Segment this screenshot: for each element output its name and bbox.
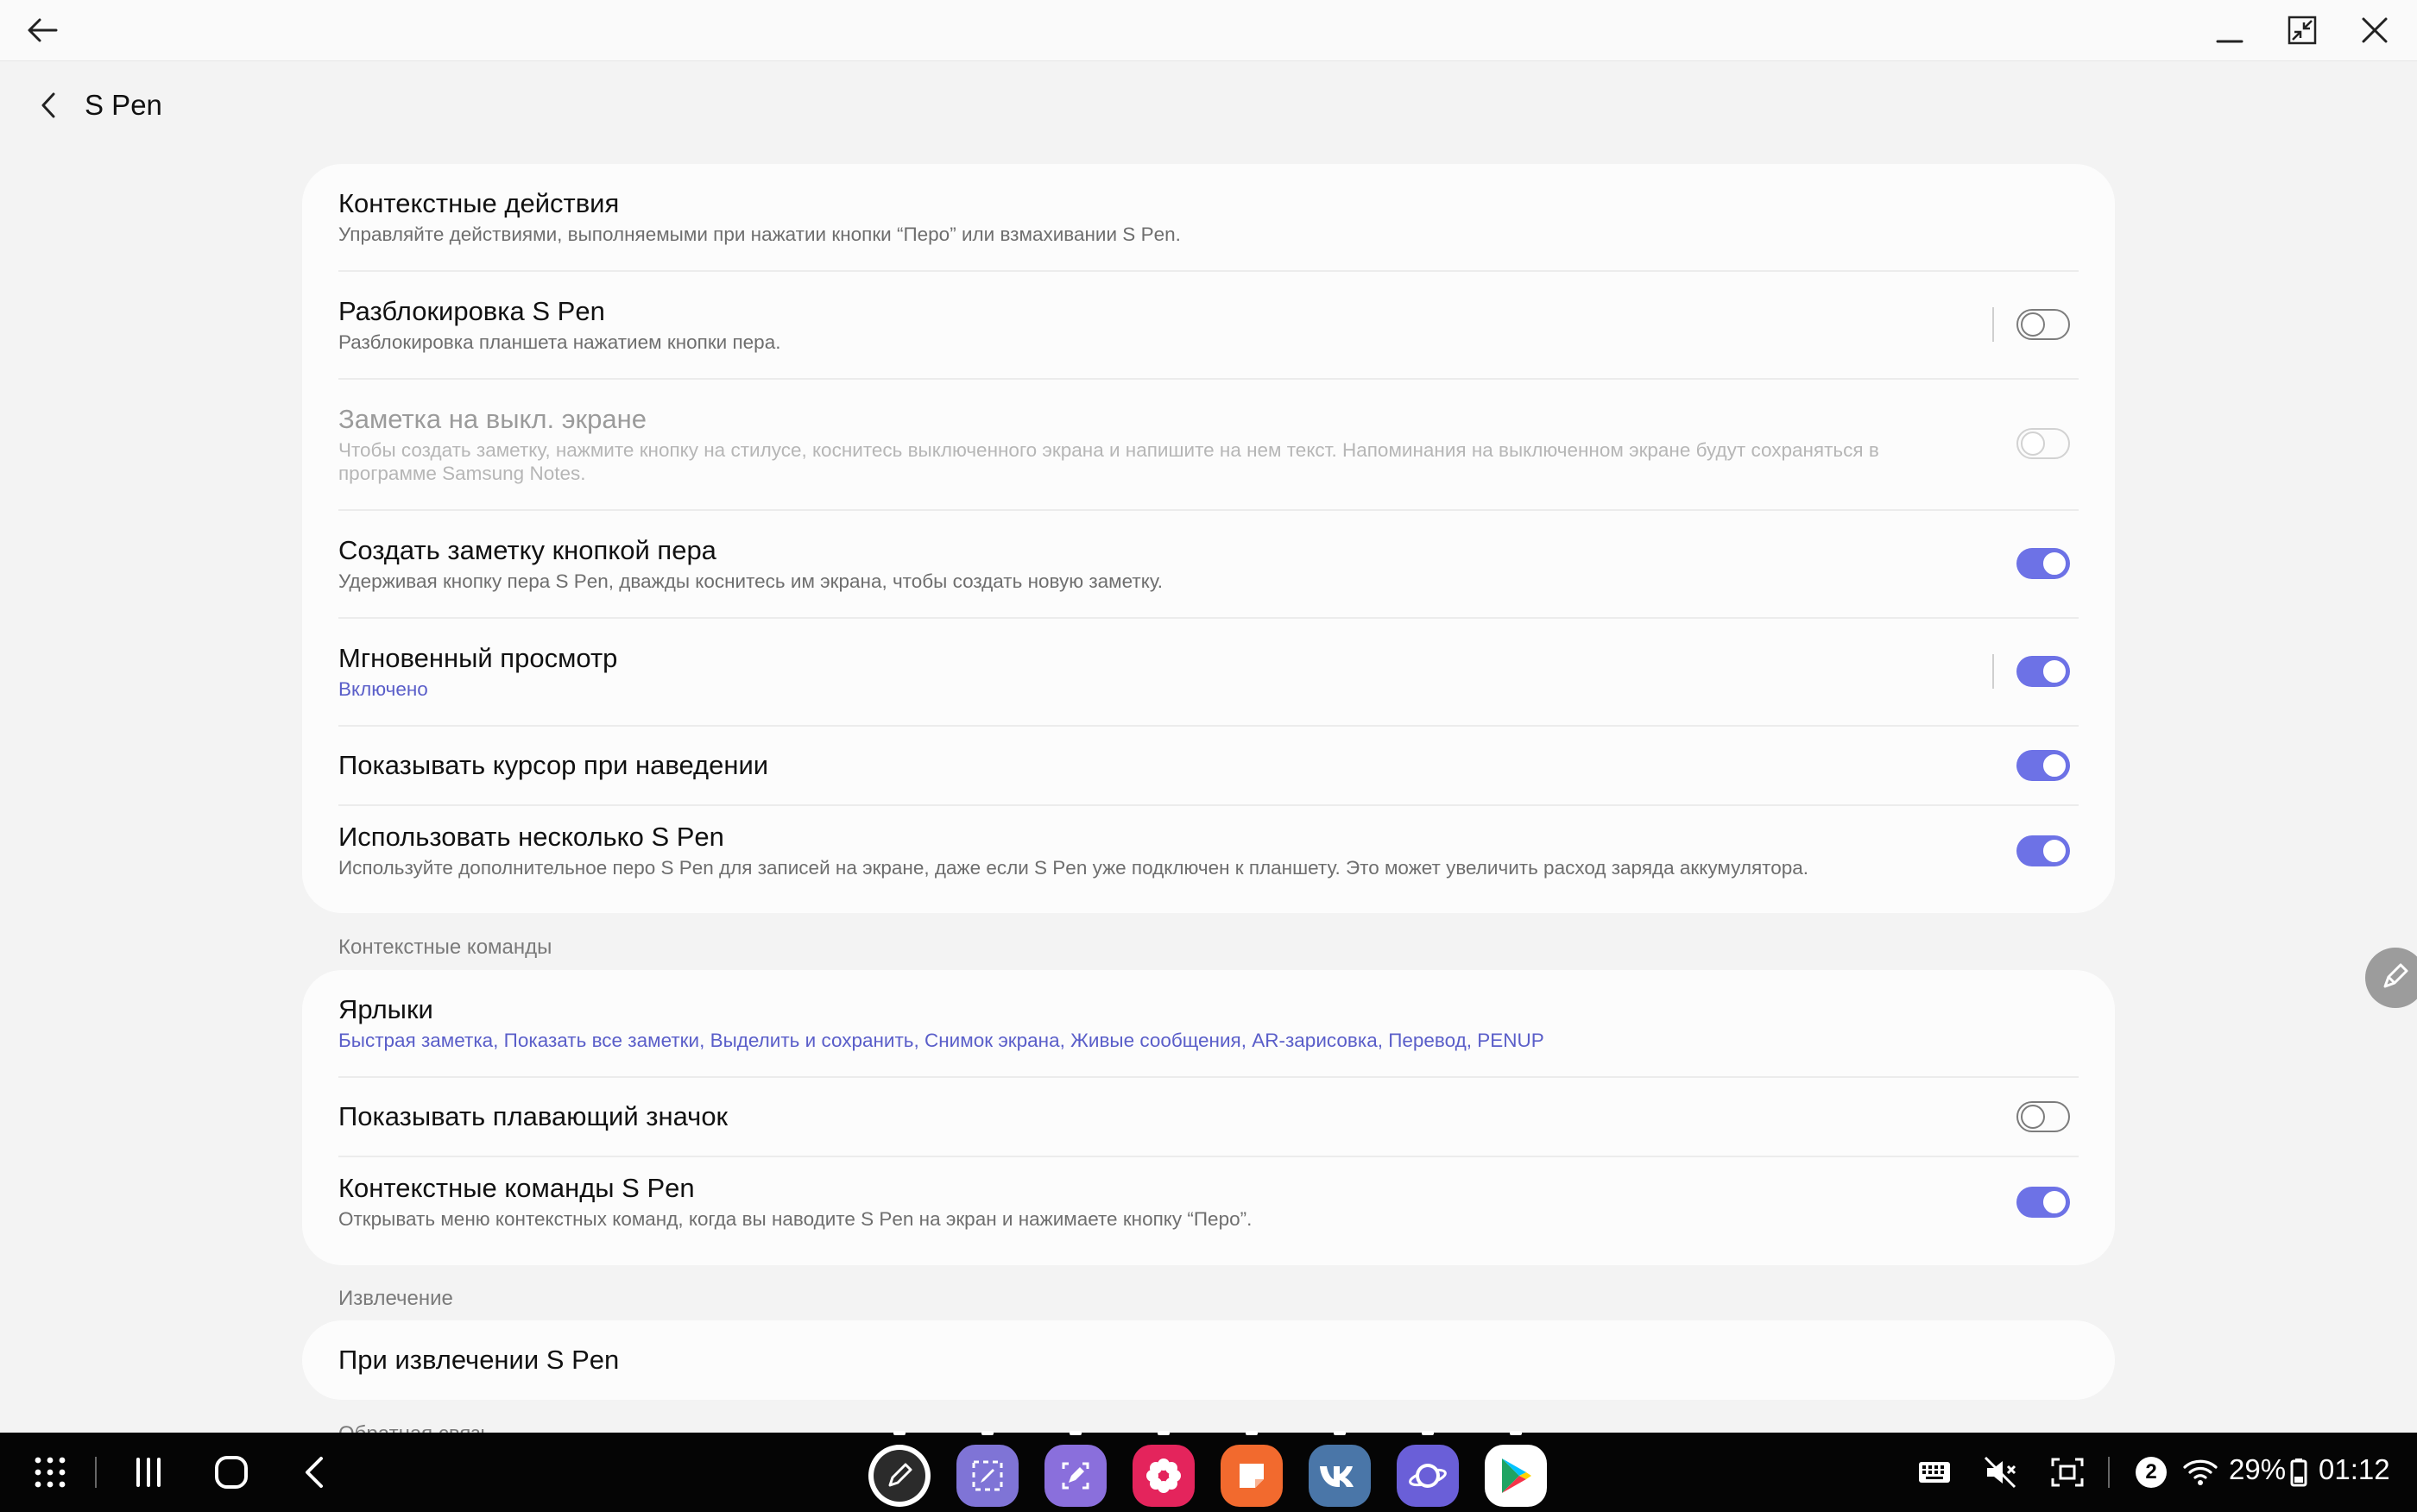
- clock: 01:12: [2319, 1453, 2390, 1485]
- running-indicator: [1334, 1431, 1346, 1435]
- settings-card-air-command: Ярлыки Быстрая заметка, Показать все зам…: [302, 970, 2115, 1265]
- setting-title: Заметка на выкл. экране: [338, 404, 647, 434]
- settings-card-removal: При извлечении S Pen: [302, 1320, 2115, 1400]
- setting-subtitle: Разблокировка планшета нажатием кнопки п…: [338, 331, 781, 353]
- setting-title: Показывать курсор при наведении: [338, 750, 769, 780]
- setting-subtitle: Чтобы создать заметку, нажмите кнопку на…: [338, 439, 1879, 484]
- status-separator: [2108, 1457, 2110, 1488]
- screen-write-icon[interactable]: [956, 1445, 1019, 1507]
- app-drawer-icon[interactable]: [26, 1448, 74, 1496]
- setting-subtitle: Удерживая кнопку пера S Pen, дважды косн…: [338, 570, 1164, 592]
- close-icon[interactable]: [2355, 10, 2395, 50]
- pen-icon: [2381, 961, 2410, 995]
- setting-title: Контекстные команды S Pen: [338, 1173, 695, 1203]
- running-indicator: [1158, 1431, 1170, 1435]
- toggle-switch[interactable]: [2016, 656, 2070, 687]
- vertical-divider: [1992, 654, 1994, 689]
- battery-icon: [2288, 1448, 2310, 1496]
- setting-shortcuts-list: Быстрая заметка, Показать все заметки, В…: [338, 1030, 1544, 1051]
- toggle-switch[interactable]: [2016, 835, 2070, 866]
- toggle-switch[interactable]: [2016, 548, 2070, 579]
- running-indicator: [981, 1431, 994, 1435]
- home-icon[interactable]: [207, 1448, 256, 1496]
- chevron-left-icon[interactable]: [31, 88, 66, 123]
- setting-floating-icon[interactable]: Показывать плавающий значок: [338, 1078, 2079, 1157]
- page-title: S Pen: [85, 89, 162, 121]
- setting-title: Использовать несколько S Pen: [338, 822, 724, 852]
- running-indicator: [1070, 1431, 1082, 1435]
- setting-title: При извлечении S Pen: [338, 1345, 620, 1375]
- setting-title: Разблокировка S Pen: [338, 296, 605, 326]
- toggle-switch[interactable]: [2016, 309, 2070, 340]
- notes-app-icon[interactable]: [1221, 1445, 1283, 1507]
- setting-air-view[interactable]: Мгновенный просмотр Включено: [338, 619, 2079, 727]
- vertical-divider: [1992, 307, 1994, 342]
- taskbar-separator: [95, 1457, 97, 1488]
- setting-title: Контекстные действия: [338, 188, 620, 218]
- setting-screen-off-memo: Заметка на выкл. экране Чтобы создать за…: [338, 380, 2079, 511]
- toggle-switch[interactable]: [2016, 1187, 2070, 1218]
- setting-shortcuts[interactable]: Ярлыки Быстрая заметка, Показать все зам…: [338, 970, 2079, 1078]
- setting-spen-unlock[interactable]: Разблокировка S Pen Разблокировка планше…: [338, 272, 2079, 380]
- restore-window-icon[interactable]: [2282, 10, 2322, 50]
- running-indicator: [1422, 1431, 1434, 1435]
- running-indicator: [1510, 1431, 1522, 1435]
- taskbar: 2 29% 01:12: [0, 1433, 2417, 1512]
- setting-create-note-with-pen[interactable]: Создать заметку кнопкой пера Удерживая к…: [338, 511, 2079, 619]
- setting-status: Включено: [338, 678, 428, 700]
- setting-title: Мгновенный просмотр: [338, 643, 618, 673]
- vk-app-icon[interactable]: [1309, 1445, 1371, 1507]
- arrow-left-icon[interactable]: [22, 10, 62, 50]
- mute-icon[interactable]: [1978, 1448, 2022, 1496]
- settings-card-main: Контекстные действия Управляйте действия…: [302, 164, 2115, 913]
- section-label-removal: Извлечение: [338, 1287, 453, 1310]
- floating-air-command-button[interactable]: [2365, 948, 2417, 1008]
- recent-apps-icon[interactable]: [124, 1448, 173, 1496]
- page-header: S Pen: [31, 81, 162, 129]
- screen-capture-icon[interactable]: [2046, 1448, 2089, 1496]
- battery-percent: 29%: [2229, 1453, 2287, 1485]
- setting-title: Создать заметку кнопкой пера: [338, 535, 716, 565]
- setting-subtitle: Открывать меню контекстных команд, когда…: [338, 1208, 1253, 1230]
- minimize-icon[interactable]: [2210, 10, 2250, 50]
- toggle-switch[interactable]: [2016, 1101, 2070, 1132]
- setting-show-pointer[interactable]: Показывать курсор при наведении: [338, 727, 2079, 806]
- setting-title: Ярлыки: [338, 994, 433, 1024]
- setting-spen-air-command[interactable]: Контекстные команды S Pen Открывать меню…: [338, 1157, 2079, 1265]
- setting-subtitle: Управляйте действиями, выполняемыми при …: [338, 224, 1181, 245]
- setting-title: Показывать плавающий значок: [338, 1101, 729, 1131]
- toggle-switch: [2016, 428, 2070, 459]
- play-store-icon[interactable]: [1485, 1445, 1547, 1507]
- pen-app-icon[interactable]: [868, 1445, 931, 1507]
- notification-count-badge[interactable]: 2: [2136, 1457, 2167, 1488]
- setting-multiple-spen[interactable]: Использовать несколько S Pen Используйте…: [338, 806, 2079, 913]
- section-label-air-command: Контекстные команды: [338, 936, 552, 959]
- window-caption-bar: [0, 0, 2417, 61]
- toggle-switch[interactable]: [2016, 750, 2070, 781]
- flower-app-icon[interactable]: [1133, 1445, 1195, 1507]
- running-indicator: [1246, 1431, 1258, 1435]
- back-icon[interactable]: [290, 1448, 338, 1496]
- setting-subtitle: Используйте дополнительное перо S Pen дл…: [338, 857, 1808, 879]
- wifi-icon: [2179, 1448, 2222, 1496]
- setting-air-actions[interactable]: Контекстные действия Управляйте действия…: [338, 164, 2079, 272]
- running-indicator: [893, 1431, 906, 1435]
- keyboard-icon[interactable]: [1913, 1448, 1956, 1496]
- setting-when-removed[interactable]: При извлечении S Pen: [338, 1320, 2079, 1400]
- browser-app-icon[interactable]: [1397, 1445, 1459, 1507]
- ar-doodle-icon[interactable]: [1044, 1445, 1107, 1507]
